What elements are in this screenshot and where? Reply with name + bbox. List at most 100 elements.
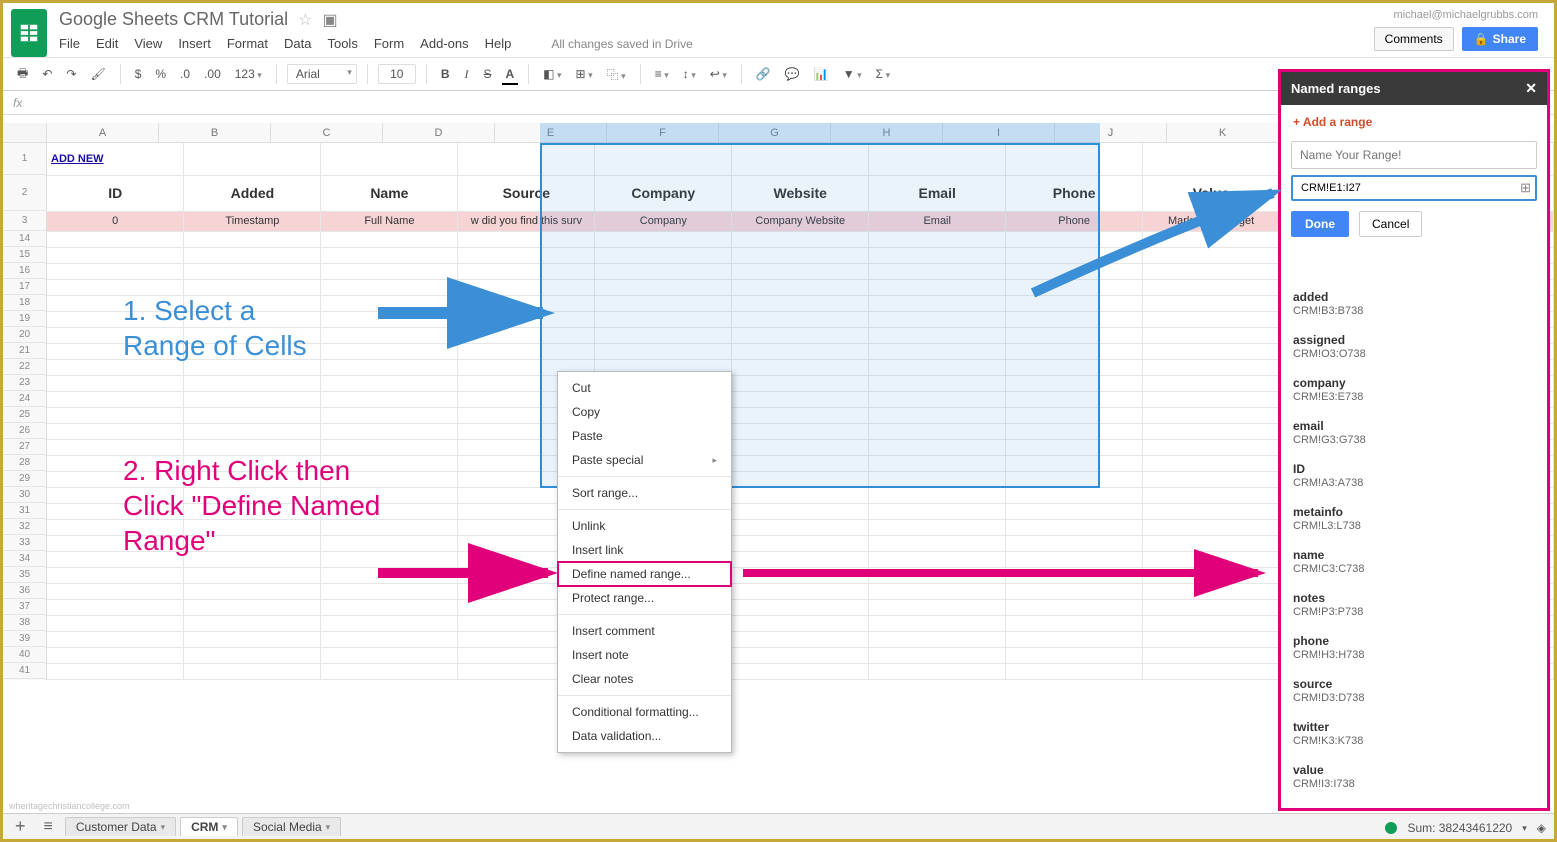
cell[interactable]	[732, 423, 869, 439]
select-all-corner[interactable]	[3, 123, 47, 142]
cell[interactable]	[458, 279, 595, 295]
col-header-H[interactable]: H	[831, 123, 943, 142]
cell[interactable]	[1006, 455, 1143, 471]
cell[interactable]	[184, 423, 321, 439]
cell[interactable]	[732, 663, 869, 679]
cell[interactable]	[869, 599, 1006, 615]
cell[interactable]	[869, 551, 1006, 567]
ctx-copy[interactable]: Copy	[558, 400, 731, 424]
cell[interactable]	[1006, 567, 1143, 583]
cell[interactable]: Email	[869, 211, 1006, 231]
row-header[interactable]: 14	[3, 231, 46, 247]
cell[interactable]	[732, 279, 869, 295]
cell[interactable]	[869, 359, 1006, 375]
cell[interactable]	[732, 535, 869, 551]
cell[interactable]	[1143, 647, 1280, 663]
menu-view[interactable]: View	[134, 36, 162, 51]
percent-button[interactable]: %	[151, 65, 170, 83]
row-header[interactable]: 34	[3, 551, 46, 567]
named-range-item[interactable]: emailCRM!G3:G738	[1291, 411, 1537, 454]
cell[interactable]	[47, 231, 184, 247]
halign-button[interactable]: ≡	[651, 65, 673, 83]
cell[interactable]	[184, 143, 321, 175]
font-size-select[interactable]: 10	[378, 64, 416, 84]
cell[interactable]	[1143, 519, 1280, 535]
cell[interactable]	[184, 567, 321, 583]
cell[interactable]	[595, 143, 732, 175]
named-range-item[interactable]: companyCRM!E3:E738	[1291, 368, 1537, 411]
cell[interactable]	[184, 663, 321, 679]
row-header[interactable]: 16	[3, 263, 46, 279]
cell[interactable]	[869, 567, 1006, 583]
col-header-K[interactable]: K	[1167, 123, 1279, 142]
row-header[interactable]: 39	[3, 631, 46, 647]
cell[interactable]	[1143, 439, 1280, 455]
cell[interactable]	[184, 583, 321, 599]
cell[interactable]	[595, 263, 732, 279]
cell[interactable]	[732, 263, 869, 279]
filter-button[interactable]: ▼	[839, 65, 866, 83]
cell[interactable]	[869, 143, 1006, 175]
row-header[interactable]: 33	[3, 535, 46, 551]
cell[interactable]	[1006, 423, 1143, 439]
menu-add-ons[interactable]: Add-ons	[420, 36, 468, 51]
cell[interactable]	[1143, 391, 1280, 407]
cell[interactable]	[1143, 503, 1280, 519]
row-header[interactable]: 2	[3, 175, 46, 211]
link-icon[interactable]: 🔗	[752, 65, 775, 83]
cell[interactable]	[321, 359, 458, 375]
ctx-insert-note[interactable]: Insert note	[558, 643, 731, 667]
ctx-unlink[interactable]: Unlink	[558, 514, 731, 538]
cell[interactable]	[321, 327, 458, 343]
cell[interactable]	[1143, 279, 1280, 295]
row-header[interactable]: 31	[3, 503, 46, 519]
row-header[interactable]: 19	[3, 311, 46, 327]
cell[interactable]: 0	[47, 211, 184, 231]
cell[interactable]	[1006, 295, 1143, 311]
ctx-data-validation[interactable]: Data validation...	[558, 724, 731, 748]
chart-icon[interactable]: 📊	[810, 65, 833, 83]
menu-tools[interactable]: Tools	[327, 36, 357, 51]
cell[interactable]	[1006, 583, 1143, 599]
chevron-down-icon[interactable]: ▾	[1522, 823, 1527, 834]
row-header[interactable]: 18	[3, 295, 46, 311]
add-sheet-button[interactable]: +	[9, 816, 32, 837]
row-header[interactable]: 17	[3, 279, 46, 295]
named-range-item[interactable]: valueCRM!I3:I738	[1291, 755, 1537, 798]
cell[interactable]	[732, 143, 869, 175]
cell[interactable]	[184, 407, 321, 423]
cell[interactable]	[321, 599, 458, 615]
user-email[interactable]: michael@michaelgrubbs.com	[1394, 9, 1538, 21]
share-button[interactable]: 🔒Share	[1462, 27, 1538, 51]
fill-color-button[interactable]: ◧	[539, 65, 565, 83]
ctx-insert-comment[interactable]: Insert comment	[558, 619, 731, 643]
star-icon[interactable]: ☆	[298, 10, 312, 30]
cell[interactable]: Company Website	[732, 211, 869, 231]
cell[interactable]: Value	[1143, 175, 1280, 211]
cell[interactable]	[595, 295, 732, 311]
cell[interactable]	[47, 615, 184, 631]
cell[interactable]	[47, 407, 184, 423]
paint-format-icon[interactable]: 🖌	[86, 65, 109, 83]
cell[interactable]: Email	[869, 175, 1006, 211]
cell[interactable]	[869, 583, 1006, 599]
borders-button[interactable]: ⊞	[572, 65, 597, 83]
cell[interactable]: Marketing Budget	[1143, 211, 1280, 231]
cell[interactable]	[1143, 295, 1280, 311]
cell[interactable]	[869, 647, 1006, 663]
all-sheets-button[interactable]: ≡	[38, 818, 59, 836]
cell[interactable]	[47, 247, 184, 263]
wrap-button[interactable]: ↩	[706, 65, 731, 83]
cell[interactable]	[458, 295, 595, 311]
cell[interactable]	[732, 615, 869, 631]
row-header[interactable]: 23	[3, 375, 46, 391]
cell[interactable]	[869, 503, 1006, 519]
strikethrough-button[interactable]: S	[479, 65, 495, 83]
cell[interactable]	[732, 311, 869, 327]
cell[interactable]	[1006, 231, 1143, 247]
cell[interactable]	[1006, 487, 1143, 503]
cell[interactable]	[1006, 143, 1143, 175]
named-range-item[interactable]: assignedCRM!O3:O738	[1291, 325, 1537, 368]
col-header-J[interactable]: J	[1055, 123, 1167, 142]
cell[interactable]: Phone	[1006, 175, 1143, 211]
